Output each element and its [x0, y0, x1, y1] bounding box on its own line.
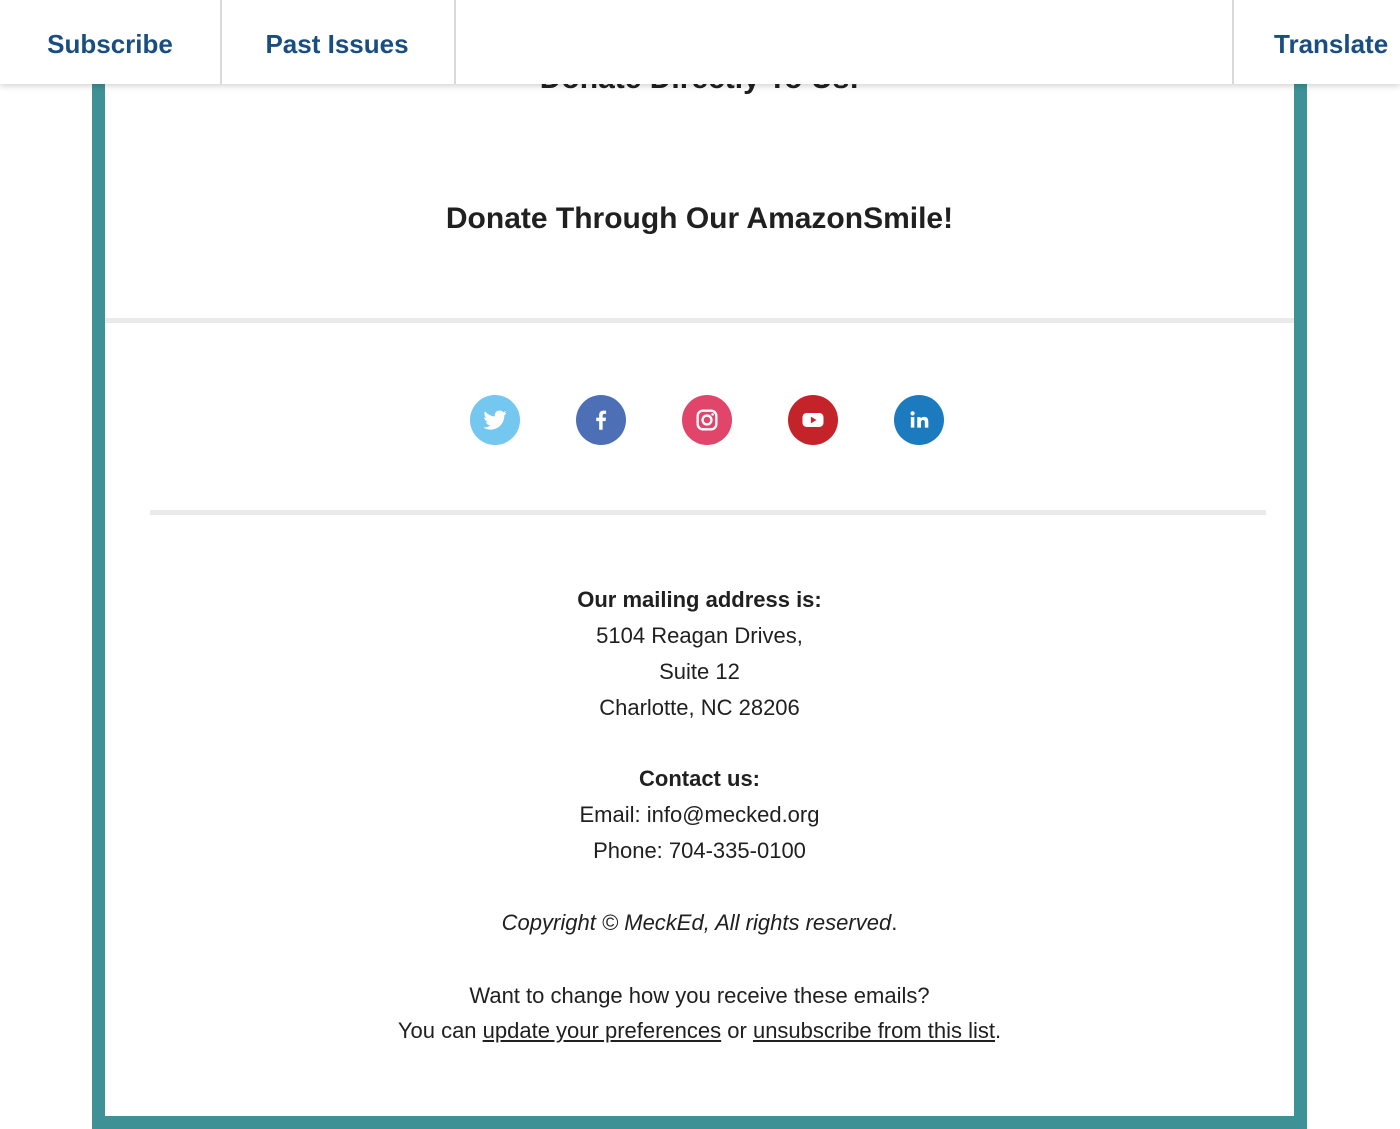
- address-line-1: 5104 Reagan Drives,: [596, 623, 803, 648]
- newsletter-card: [92, 0, 1307, 1129]
- section-divider: [105, 318, 1294, 323]
- past-issues-link[interactable]: Past Issues: [220, 0, 456, 84]
- youtube-icon[interactable]: [788, 395, 838, 445]
- preferences-line: You can update your preferences or unsub…: [397, 1018, 1002, 1043]
- subscribe-link[interactable]: Subscribe: [0, 0, 222, 84]
- address-line-2: Suite 12: [659, 659, 740, 684]
- top-navigation-bar: Subscribe Past Issues Translate: [0, 0, 1400, 84]
- copyright-text: Copyright © MeckEd, All rights reserved.: [501, 910, 898, 935]
- update-preferences-link[interactable]: update your preferences: [483, 1018, 722, 1043]
- twitter-icon[interactable]: [470, 395, 520, 445]
- contact-phone: Phone: 704-335-0100: [593, 838, 806, 863]
- unsubscribe-link[interactable]: unsubscribe from this list: [753, 1018, 995, 1043]
- contact-label: Contact us:: [639, 766, 760, 791]
- linkedin-icon[interactable]: [894, 395, 944, 445]
- donate-amazonsmile-link[interactable]: Donate Through Our AmazonSmile!: [92, 202, 1307, 236]
- change-prompt: Want to change how you receive these ema…: [469, 983, 930, 1008]
- footer-divider: [150, 510, 1266, 515]
- instagram-icon[interactable]: [682, 395, 732, 445]
- facebook-icon[interactable]: [576, 395, 626, 445]
- address-line-3: Charlotte, NC 28206: [599, 695, 800, 720]
- mailing-address-label: Our mailing address is:: [577, 587, 822, 612]
- contact-email: Email: info@mecked.org: [579, 802, 820, 827]
- translate-link[interactable]: Translate: [1232, 0, 1400, 84]
